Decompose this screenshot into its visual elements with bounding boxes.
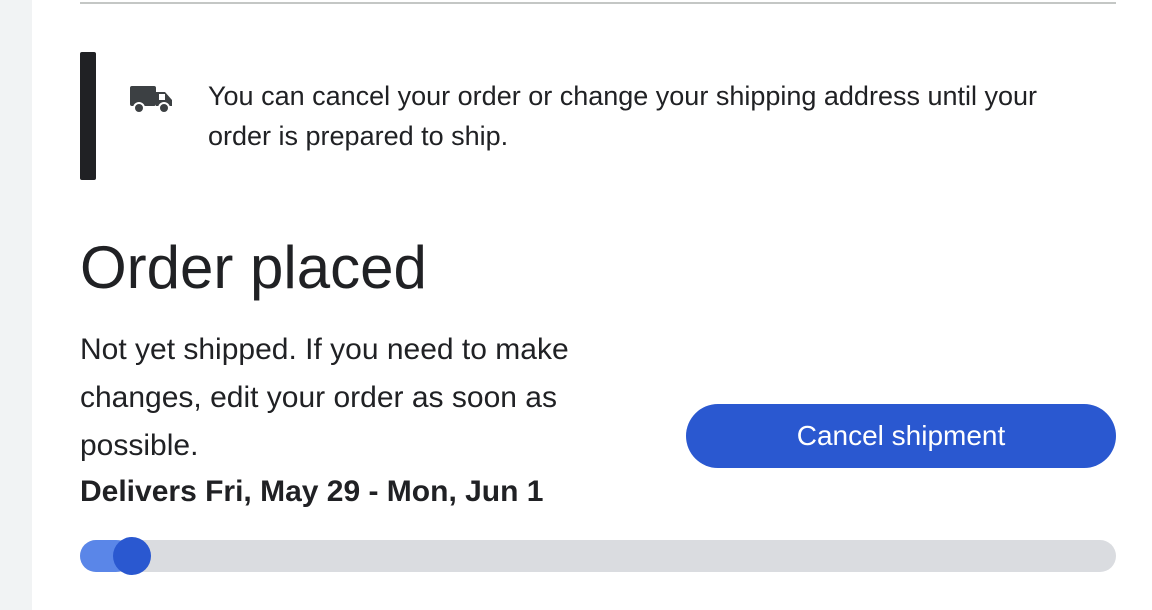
shipment-status-message: Not yet shipped. If you need to make cha… — [80, 333, 569, 462]
notice-accent-bar — [80, 52, 96, 180]
delivery-estimate: Delivers Fri, May 29 - Mon, Jun 1 — [80, 475, 544, 508]
shipment-progress-bar — [80, 537, 1116, 575]
left-gutter — [0, 0, 32, 610]
top-divider — [80, 2, 1116, 4]
cancel-shipment-button[interactable]: Cancel shipment — [686, 404, 1116, 468]
progress-indicator-dot — [112, 537, 151, 575]
shipping-notice: You can cancel your order or change your… — [80, 52, 1116, 180]
notice-message: You can cancel your order or change your… — [208, 81, 1038, 151]
truck-icon — [128, 80, 176, 120]
page-title: Order placed — [80, 234, 427, 301]
